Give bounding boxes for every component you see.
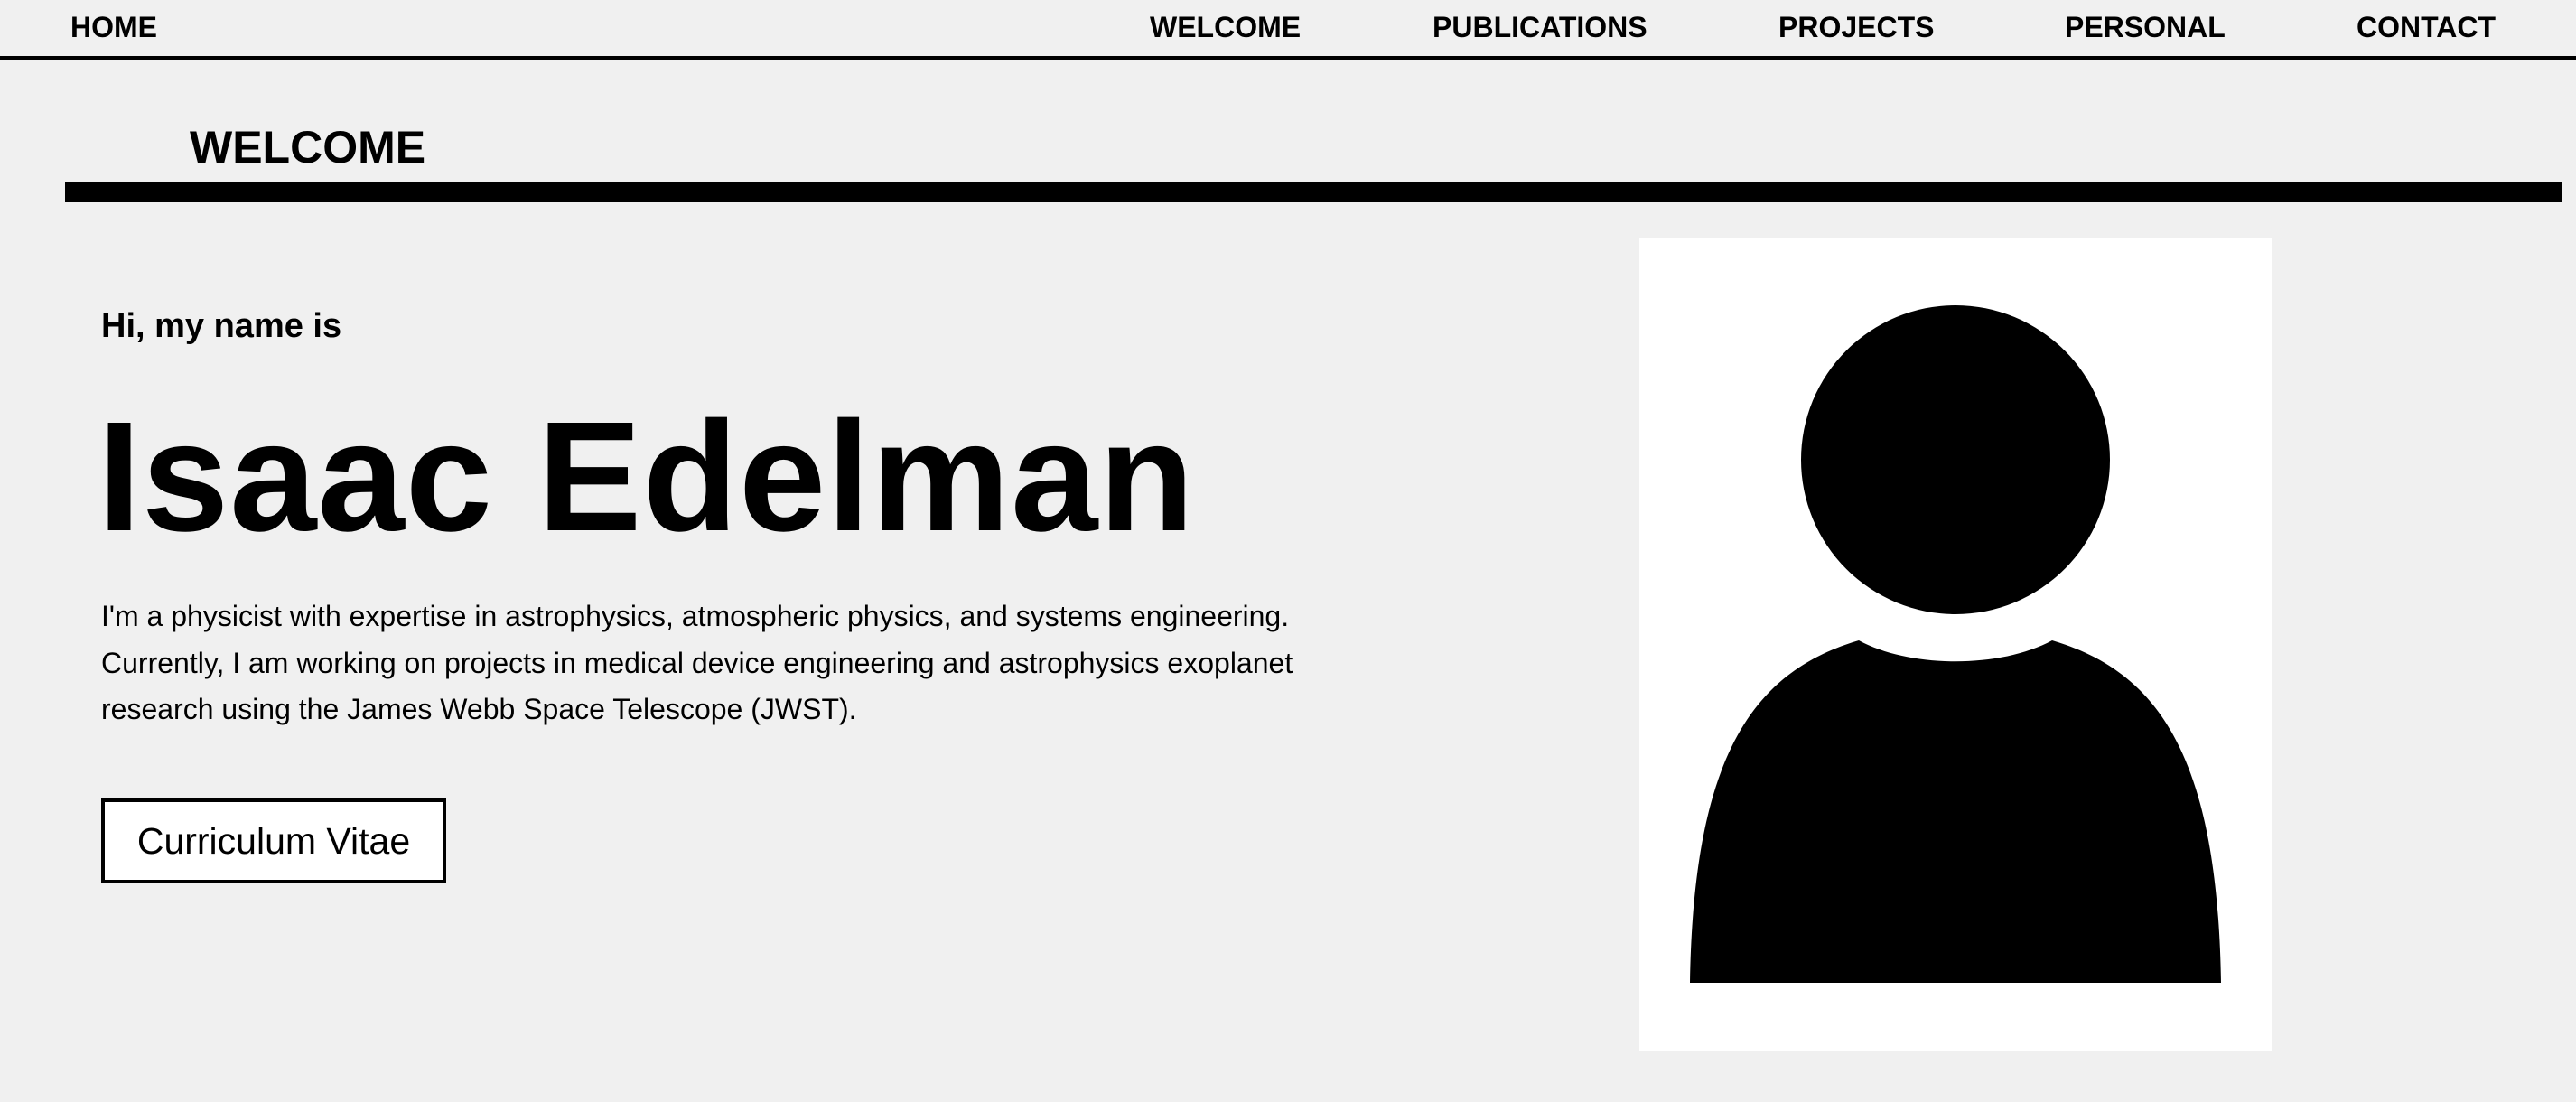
nav-home-link[interactable]: HOME bbox=[70, 11, 157, 43]
section-heading: WELCOME bbox=[190, 122, 426, 173]
nav-personal-link[interactable]: PERSONAL bbox=[2065, 11, 2226, 43]
person-name: Isaac Edelman bbox=[98, 388, 1196, 564]
nav-projects-link[interactable]: PROJECTS bbox=[1778, 11, 1934, 43]
greeting-text: Hi, my name is bbox=[101, 307, 342, 345]
top-navigation: HOME WELCOME PUBLICATIONS PROJECTS PERSO… bbox=[0, 0, 2576, 60]
profile-portrait bbox=[1639, 238, 2272, 1051]
nav-publications-link[interactable]: PUBLICATIONS bbox=[1433, 11, 1647, 43]
person-silhouette-icon bbox=[1690, 305, 2221, 983]
bio-paragraph: I'm a physicist with expertise in astrop… bbox=[101, 600, 1293, 725]
nav-welcome-link[interactable]: WELCOME bbox=[1150, 11, 1301, 43]
nav-contact-link[interactable]: CONTACT bbox=[2357, 11, 2496, 43]
heading-divider bbox=[65, 182, 2562, 202]
curriculum-vitae-button[interactable]: Curriculum Vitae bbox=[101, 798, 446, 883]
